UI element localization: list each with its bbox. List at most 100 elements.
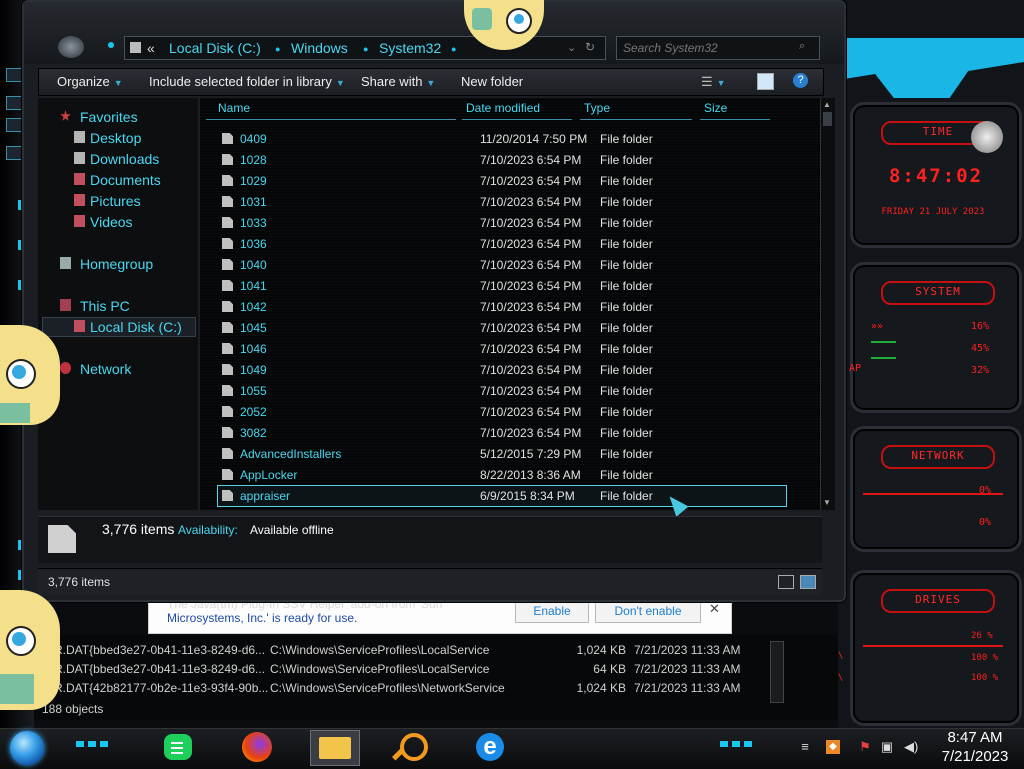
scroll-up-icon[interactable]: ▲	[823, 100, 833, 109]
table-row[interactable]: 1042 7/10/2023 6:54 PM File folder	[218, 297, 786, 317]
nav-documents[interactable]: Documents	[90, 172, 161, 188]
table-row-selected[interactable]: appraiser 6/9/2015 8:34 PM File folder	[217, 485, 787, 507]
nav-homegroup[interactable]: Homegroup	[80, 256, 153, 272]
table-row[interactable]: AdvancedInstallers 5/12/2015 7:29 PM File …	[218, 444, 786, 464]
large-icons-view-icon[interactable]	[800, 575, 816, 589]
availability-label: Availability:	[178, 523, 238, 537]
column-header-size[interactable]: Size	[700, 101, 770, 120]
java-icon[interactable]: ◆	[826, 740, 840, 754]
table-row[interactable]: 1029 7/10/2023 6:54 PM File folder	[218, 171, 786, 191]
network-tray-icon[interactable]: ▣	[880, 740, 894, 754]
gadget-title: DRIVES	[881, 589, 995, 613]
address-dropdown-icon[interactable]: ⌄	[567, 41, 576, 54]
nav-network[interactable]: Network	[80, 361, 131, 377]
search-magnifier-icon[interactable]	[388, 730, 438, 764]
time-gadget[interactable]: TIME 8:47:02 FRIDAY 21 JULY 2023	[850, 102, 1022, 248]
search-input[interactable]	[621, 39, 795, 57]
dont-enable-button[interactable]: Don't enable	[595, 599, 701, 623]
table-row[interactable]: 1041 7/10/2023 6:54 PM File folder	[218, 276, 786, 296]
status-item-count: 3,776 items	[48, 575, 111, 589]
file-explorer-icon[interactable]	[310, 730, 360, 766]
table-row[interactable]: 1046 7/10/2023 6:54 PM File folder	[218, 339, 786, 359]
folder-icon	[222, 217, 233, 228]
preview-pane-icon[interactable]	[757, 73, 774, 90]
table-row[interactable]: 1055 7/10/2023 6:54 PM File folder	[218, 381, 786, 401]
breadcrumb-overflow[interactable]: «	[147, 40, 155, 56]
search-box[interactable]: ⌕	[616, 36, 820, 60]
scrollbar-thumb[interactable]	[823, 112, 832, 126]
table-row[interactable]: AppLocker 8/22/2013 8:36 AM File folder	[218, 465, 786, 485]
table-row[interactable]: ER.DAT{42b82177-0b2e-11e3-93f4-90b... C:…	[46, 679, 806, 697]
file-date: 8/22/2013 8:36 AM	[480, 468, 581, 482]
nav-local-disk[interactable]: Local Disk (C:)	[90, 319, 182, 335]
file-type: File folder	[600, 300, 653, 314]
file-list[interactable]: Name Date modified Type Size 0409 11/20/2…	[200, 98, 820, 517]
enable-button[interactable]: Enable	[515, 599, 589, 623]
search-icon[interactable]: ⌕	[799, 40, 805, 53]
table-row[interactable]: 1049 7/10/2023 6:54 PM File folder	[218, 360, 786, 380]
table-row[interactable]: ER.DAT{bbed3e27-0b41-11e3-8249-d6... C:\…	[46, 660, 806, 678]
taskbar-clock[interactable]: 8:47 AM 7/21/2023	[930, 728, 1020, 768]
scroll-down-icon[interactable]: ▼	[823, 498, 833, 507]
file-list-scrollbar[interactable]: ▲ ▼	[820, 98, 835, 510]
back-button[interactable]	[58, 36, 84, 58]
column-date-label: Date modified	[466, 101, 541, 115]
new-folder-button[interactable]: New folder	[461, 74, 523, 89]
table-row[interactable]: 1028 7/10/2023 6:54 PM File folder	[218, 150, 786, 170]
volume-icon[interactable]: ◀)	[904, 740, 918, 754]
refresh-icon[interactable]: ↻	[585, 40, 595, 54]
show-hidden-icons-icon[interactable]: ≡	[798, 740, 812, 754]
cartoon-character-image	[0, 590, 60, 718]
file-type: File folder	[600, 363, 653, 377]
close-icon[interactable]: ✕	[709, 601, 720, 617]
column-header-type[interactable]: Type	[580, 101, 692, 120]
file-type: File folder	[600, 426, 653, 440]
taskbar-spotify-like-app[interactable]	[156, 730, 206, 764]
table-row[interactable]: 1040 7/10/2023 6:54 PM File folder	[218, 255, 786, 275]
column-header-name[interactable]: Name	[206, 101, 456, 120]
downloads-icon	[74, 152, 85, 164]
column-header-date[interactable]: Date modified	[462, 101, 572, 120]
view-options-icon[interactable]: ☰ ▼	[701, 74, 726, 90]
nav-favorites[interactable]: Favorites	[80, 109, 138, 125]
nav-downloads[interactable]: Downloads	[90, 151, 159, 167]
share-with-button[interactable]: Share with ▼	[361, 74, 435, 89]
organize-button[interactable]: Organize ▼	[57, 74, 123, 89]
table-row[interactable]: 1033 7/10/2023 6:54 PM File folder	[218, 213, 786, 233]
breadcrumb-windows[interactable]: Windows	[291, 40, 348, 56]
system-gadget[interactable]: SYSTEM »» 16% 45% AP 32%	[849, 262, 1022, 413]
help-icon[interactable]: ?	[793, 73, 808, 88]
breadcrumb-system32[interactable]: System32	[379, 40, 441, 56]
documents-icon	[74, 173, 85, 185]
nav-this-pc[interactable]: This PC	[80, 298, 130, 314]
drives-gadget[interactable]: DRIVES 26 % F:\ 100 % E:\ 100 %	[827, 570, 1022, 726]
table-row[interactable]: 3082 7/10/2023 6:54 PM File folder	[218, 423, 786, 443]
table-row[interactable]: 1031 7/10/2023 6:54 PM File folder	[218, 192, 786, 212]
include-in-library-button[interactable]: Include selected folder in library ▼	[149, 74, 345, 89]
results-scrollbar[interactable]	[770, 641, 784, 703]
firefox-icon[interactable]	[234, 730, 284, 764]
table-row[interactable]: ER.DAT{bbed3e27-0b41-11e3-8249-d6... C:\…	[46, 641, 806, 659]
result-date: 7/21/2023 11:33 AM	[634, 681, 741, 695]
table-row[interactable]: 1045 7/10/2023 6:54 PM File folder	[218, 318, 786, 338]
details-view-icon[interactable]	[778, 575, 794, 589]
action-center-flag-icon[interactable]: ⚑	[858, 740, 872, 754]
explorer-window[interactable]: « Local Disk (C:) ● Windows ● System32 ●…	[22, 0, 846, 602]
system-value-3: 32%	[971, 365, 990, 376]
table-row[interactable]: 2052 7/10/2023 6:54 PM File folder	[218, 402, 786, 422]
table-row[interactable]: 1036 7/10/2023 6:54 PM File folder	[218, 234, 786, 254]
nav-pictures[interactable]: Pictures	[90, 193, 141, 209]
folder-icon	[222, 301, 233, 312]
table-row[interactable]: 0409 11/20/2014 7:50 PM File folder	[218, 129, 786, 149]
column-name-label: Name	[218, 101, 251, 115]
file-date: 7/10/2023 6:54 PM	[480, 279, 582, 293]
start-button[interactable]	[10, 731, 44, 765]
title-bar[interactable]: « Local Disk (C:) ● Windows ● System32 ●…	[24, 2, 844, 64]
network-gadget[interactable]: NETWORK 0% 0%	[850, 426, 1022, 552]
nav-desktop[interactable]: Desktop	[90, 130, 141, 146]
breadcrumb-local-disk[interactable]: Local Disk (C:)	[169, 40, 261, 56]
notification-line-2: Microsystems, Inc.' is ready for use.	[167, 611, 358, 625]
internet-explorer-icon[interactable]: e	[466, 730, 516, 764]
nav-videos[interactable]: Videos	[90, 214, 133, 230]
search-results-window[interactable]: ER.DAT{bbed3e27-0b41-11e3-8249-d6... C:\…	[34, 635, 838, 720]
